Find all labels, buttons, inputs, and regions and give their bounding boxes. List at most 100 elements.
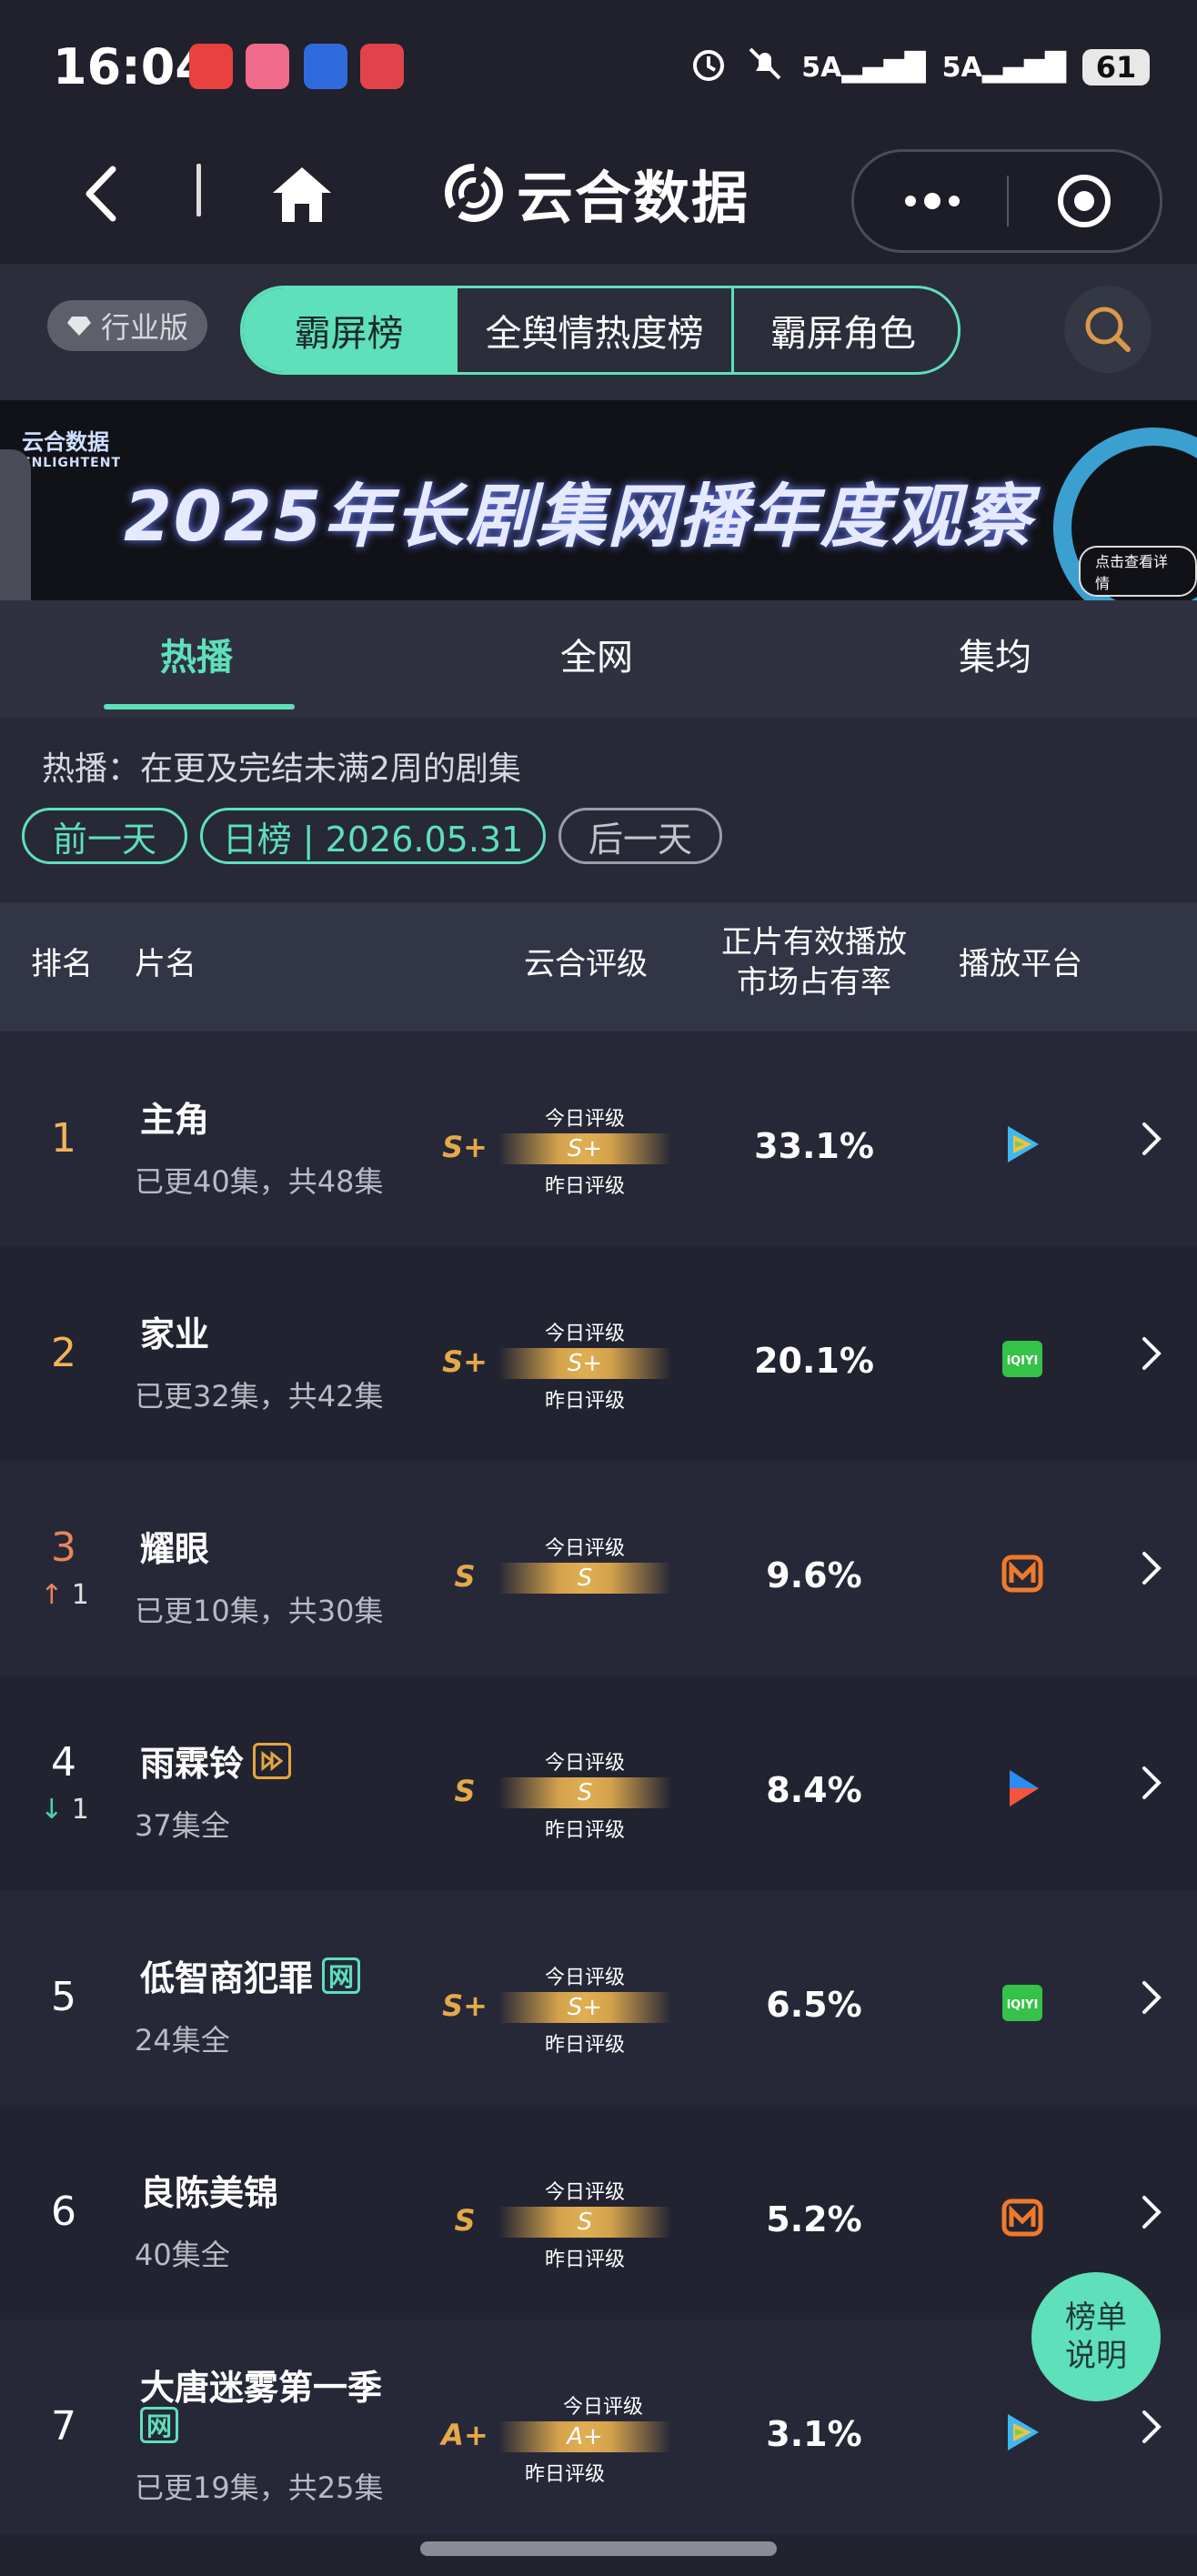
grade-bar-value: S (577, 1565, 593, 1592)
table-row[interactable]: 3 ↑ 1 耀眼 已更10集，共30集 S 今日评级 S 9.6% (0, 1461, 1197, 1675)
chevron-right-icon (1142, 1981, 1162, 2014)
brand-name: 云合数据 (517, 165, 750, 231)
iqiyi-icon: iQIYI (1002, 1985, 1042, 2021)
episode-info: 24集全 (135, 2023, 230, 2058)
grade-label: S (454, 1559, 476, 1594)
ranking-explanation-button[interactable]: 榜单 说明 (1031, 2272, 1161, 2401)
tab-public-opinion[interactable]: 全舆情热度榜 (458, 288, 734, 372)
table-row[interactable]: 6 良陈美锦 40集全 S 今日评级 S 昨日评级 5.2% (0, 2105, 1197, 2319)
more-dots-icon (905, 193, 960, 209)
nav-divider (196, 164, 201, 216)
back-button[interactable] (73, 162, 136, 226)
subtab-underline (104, 704, 295, 709)
rank-number: 7 (51, 2403, 76, 2450)
table-row[interactable]: 7 大唐迷雾第一季 网 已更19集，共25集 A+ 今日评级 A+ 昨日评级 3… (0, 2319, 1197, 2534)
more-button[interactable] (854, 152, 1007, 250)
home-button[interactable] (266, 158, 338, 231)
search-icon (1085, 307, 1131, 352)
market-share: 33.1% (754, 1126, 874, 1166)
rank-number: 6 (51, 2189, 76, 2235)
promo-banner[interactable]: 云合数据 ENLIGHTENT 2025年长剧集网播年度观察 点击查看详情 (0, 400, 1197, 600)
fast-forward-tag-icon (253, 1742, 292, 1779)
yesterday-grade-label: 昨日评级 (524, 2463, 605, 2486)
banner-title: 2025年长剧集网播年度观察 (124, 476, 1033, 557)
chevron-right-icon (1142, 2196, 1162, 2229)
signal-icon-2: 5A▂▄▆█ (941, 51, 1066, 84)
grade-compare: 今日评级 A+ 昨日评级 (498, 2389, 671, 2486)
grade-label: S (454, 2203, 476, 2238)
banner-cta[interactable]: 点击查看详情 (1079, 546, 1197, 597)
grade-label: S (454, 1774, 476, 1808)
arrow-up-icon: ↑ (40, 1579, 64, 1611)
close-mini-program-button[interactable] (1009, 152, 1160, 250)
episode-info: 已更40集，共48集 (135, 1164, 384, 1199)
clock: 16:04 (53, 38, 209, 96)
subtab-hot[interactable]: 热播 (160, 628, 233, 680)
mango-tv-icon (1001, 2199, 1043, 2237)
target-circle-icon (1058, 175, 1111, 227)
episode-info: 40集全 (135, 2238, 230, 2272)
grade-bar-value: S+ (567, 1350, 603, 1377)
brand-logo-icon (445, 164, 503, 222)
rank-number: 4 (51, 1739, 76, 1786)
rank-number: 5 (51, 1974, 76, 2020)
banner-logo: 云合数据 ENLIGHTENT (22, 429, 121, 470)
home-indicator[interactable] (420, 2541, 777, 2556)
today-grade-label: 今日评级 (544, 1752, 625, 1775)
market-share: 6.5% (766, 1985, 862, 2025)
today-grade-label: 今日评级 (544, 1108, 625, 1131)
header-rank: 排名 (31, 946, 93, 982)
iqiyi-icon: iQIYI (1002, 1341, 1042, 1377)
chevron-right-icon (1142, 1766, 1162, 1799)
security-app-icon (304, 44, 347, 89)
yesterday-grade-label: 昨日评级 (544, 1390, 625, 1413)
episode-info: 已更10集，共30集 (135, 1594, 384, 1628)
drama-title: 低智商犯罪 网 (140, 1950, 361, 2000)
drama-tag-row: 网 (140, 2407, 179, 2443)
subtab-per-episode[interactable]: 集均 (959, 628, 1031, 680)
grade-label: S+ (442, 1988, 488, 2023)
rank-number: 3 (51, 1524, 76, 1571)
table-row[interactable]: 5 低智商犯罪 网 24集全 S+ 今日评级 S+ 昨日评级 6.5% iQIY… (0, 1890, 1197, 2105)
drama-title: 雨霖铃 (140, 1736, 292, 1786)
rank-change: ↓ 1 (40, 1794, 89, 1826)
search-button[interactable] (1064, 286, 1152, 373)
mute-icon (745, 44, 785, 91)
header-platform: 播放平台 (959, 946, 1082, 982)
drama-title: 大唐迷雾第一季 (140, 2368, 383, 2408)
market-share: 3.1% (766, 2414, 862, 2454)
yesterday-grade-label: 昨日评级 (544, 1819, 625, 1842)
arrow-down-icon: ↓ (40, 1794, 64, 1826)
table-row[interactable]: 4 ↓ 1 雨霖铃 37集全 S 今日评级 S 昨日评级 8.4% (0, 1675, 1197, 1890)
status-bar: 16:04 5A▂▄▆█ 5A▂▄▆█ 61 (0, 0, 1197, 136)
industry-version-button[interactable]: 行业版 (47, 300, 207, 351)
tab-role[interactable]: 霸屏角色 (734, 288, 952, 372)
grade-label: A+ (441, 2418, 488, 2452)
date-selector[interactable]: 日榜 | 2026.05.31 (200, 808, 546, 864)
grade-compare: 今日评级 S 昨日评级 (498, 2174, 671, 2271)
mini-program-capsule (851, 149, 1162, 253)
tencent-video-icon (1008, 1126, 1039, 1162)
next-day-button[interactable]: 后一天 (558, 808, 722, 864)
app-gallery-icon (189, 44, 233, 89)
grade-bar-value: S (577, 1779, 593, 1806)
market-share: 20.1% (754, 1341, 874, 1381)
table-row[interactable]: 1 主角 已更40集，共48集 S+ 今日评级 S+ 昨日评级 33.1% (0, 1031, 1197, 1246)
subtab-all[interactable]: 全网 (560, 628, 633, 680)
grade-label: S+ (442, 1344, 488, 1379)
tencent-video-icon (1008, 2414, 1039, 2450)
signal-icon-1: 5A▂▄▆█ (801, 51, 926, 84)
drama-title: 主角 (140, 1100, 210, 1140)
prev-day-button[interactable]: 前一天 (22, 808, 187, 864)
table-row[interactable]: 2 家业 已更32集，共42集 S+ 今日评级 S+ 昨日评级 20.1% iQ… (0, 1246, 1197, 1461)
bilibili-icon (246, 44, 289, 89)
grade-compare: 今日评级 S+ 昨日评级 (498, 1101, 671, 1198)
grade-compare: 今日评级 S+ 昨日评级 (498, 1315, 671, 1413)
today-grade-label: 今日评级 (544, 1537, 625, 1560)
market-share: 9.6% (766, 1555, 862, 1595)
episode-info: 已更19集，共25集 (135, 2470, 384, 2505)
tab-bapingbang[interactable]: 霸屏榜 (243, 288, 458, 372)
grade-bar-value: S+ (567, 1994, 603, 2021)
header-grade: 云合评级 (524, 946, 648, 982)
drama-title: 家业 (140, 1314, 210, 1354)
